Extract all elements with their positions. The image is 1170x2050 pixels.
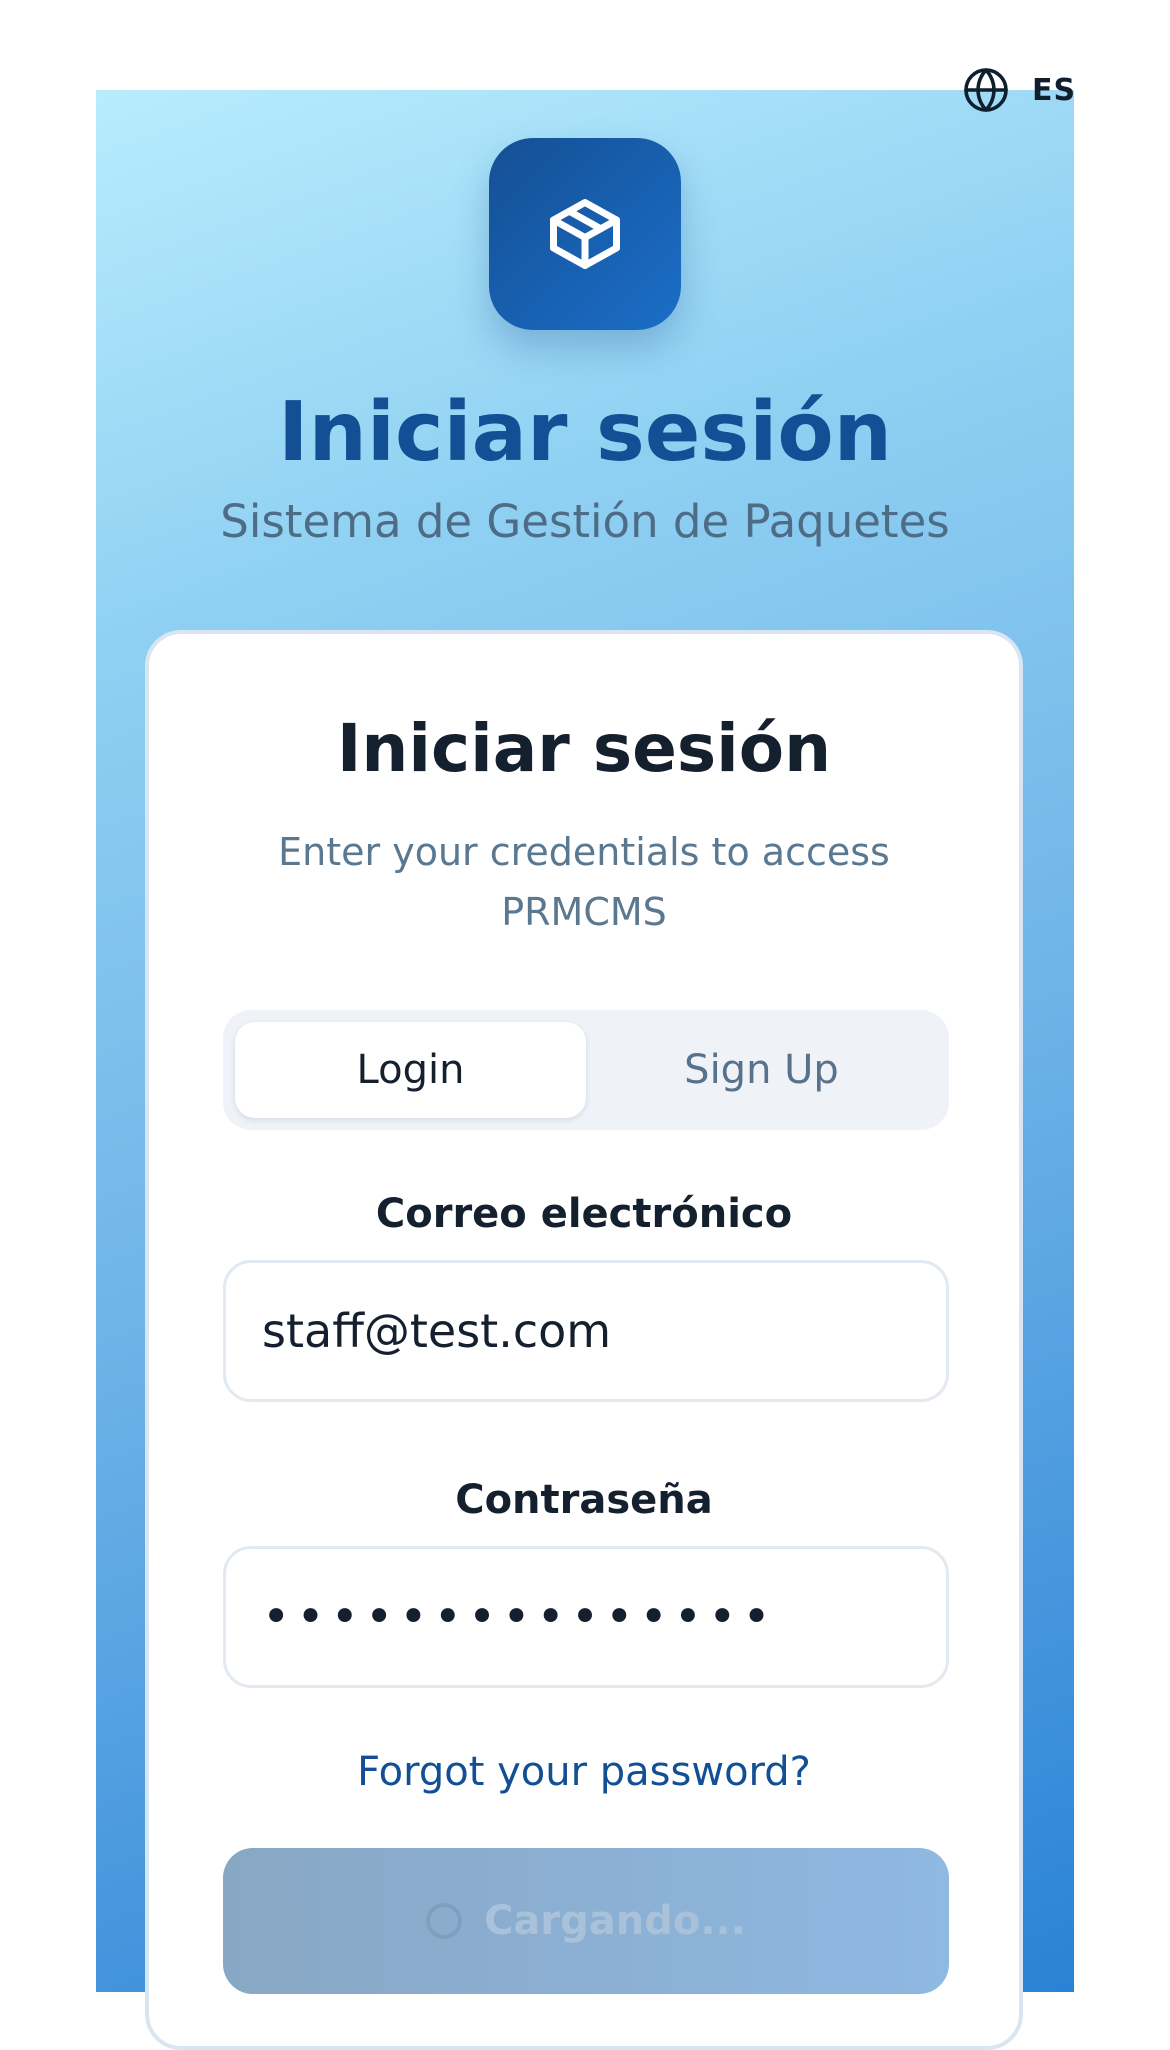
password-label: Contraseña bbox=[455, 1477, 713, 1523]
email-label: Correo electrónico bbox=[375, 1191, 793, 1237]
app-title: Iniciar sesión bbox=[277, 385, 893, 480]
card-title: Iniciar sesión bbox=[336, 710, 832, 787]
language-code: ES bbox=[1032, 72, 1077, 108]
package-icon bbox=[550, 199, 620, 269]
card-description: Enter your credentials to access PRMCMS bbox=[278, 830, 890, 934]
submit-button[interactable]: Cargando... bbox=[223, 1848, 949, 1994]
globe-icon bbox=[964, 68, 1008, 112]
app-subtitle: Sistema de Gestión de Paquetes bbox=[220, 495, 950, 548]
language-switcher[interactable]: ES bbox=[962, 66, 1076, 114]
loading-spinner-icon bbox=[426, 1903, 463, 1939]
tab-login[interactable]: Login bbox=[235, 1022, 586, 1118]
password-field[interactable] bbox=[223, 1546, 949, 1688]
login-card: Iniciar sesión Enter your credentials to… bbox=[145, 630, 1023, 2050]
auth-tabs: Login Sign Up bbox=[223, 1010, 949, 1130]
tab-sign-up[interactable]: Sign Up bbox=[586, 1022, 937, 1118]
app-logo bbox=[489, 138, 681, 330]
forgot-password-link[interactable]: Forgot your password? bbox=[149, 1744, 1019, 1800]
email-field[interactable] bbox=[223, 1260, 949, 1402]
submit-button-label: Cargando... bbox=[484, 1898, 746, 1944]
